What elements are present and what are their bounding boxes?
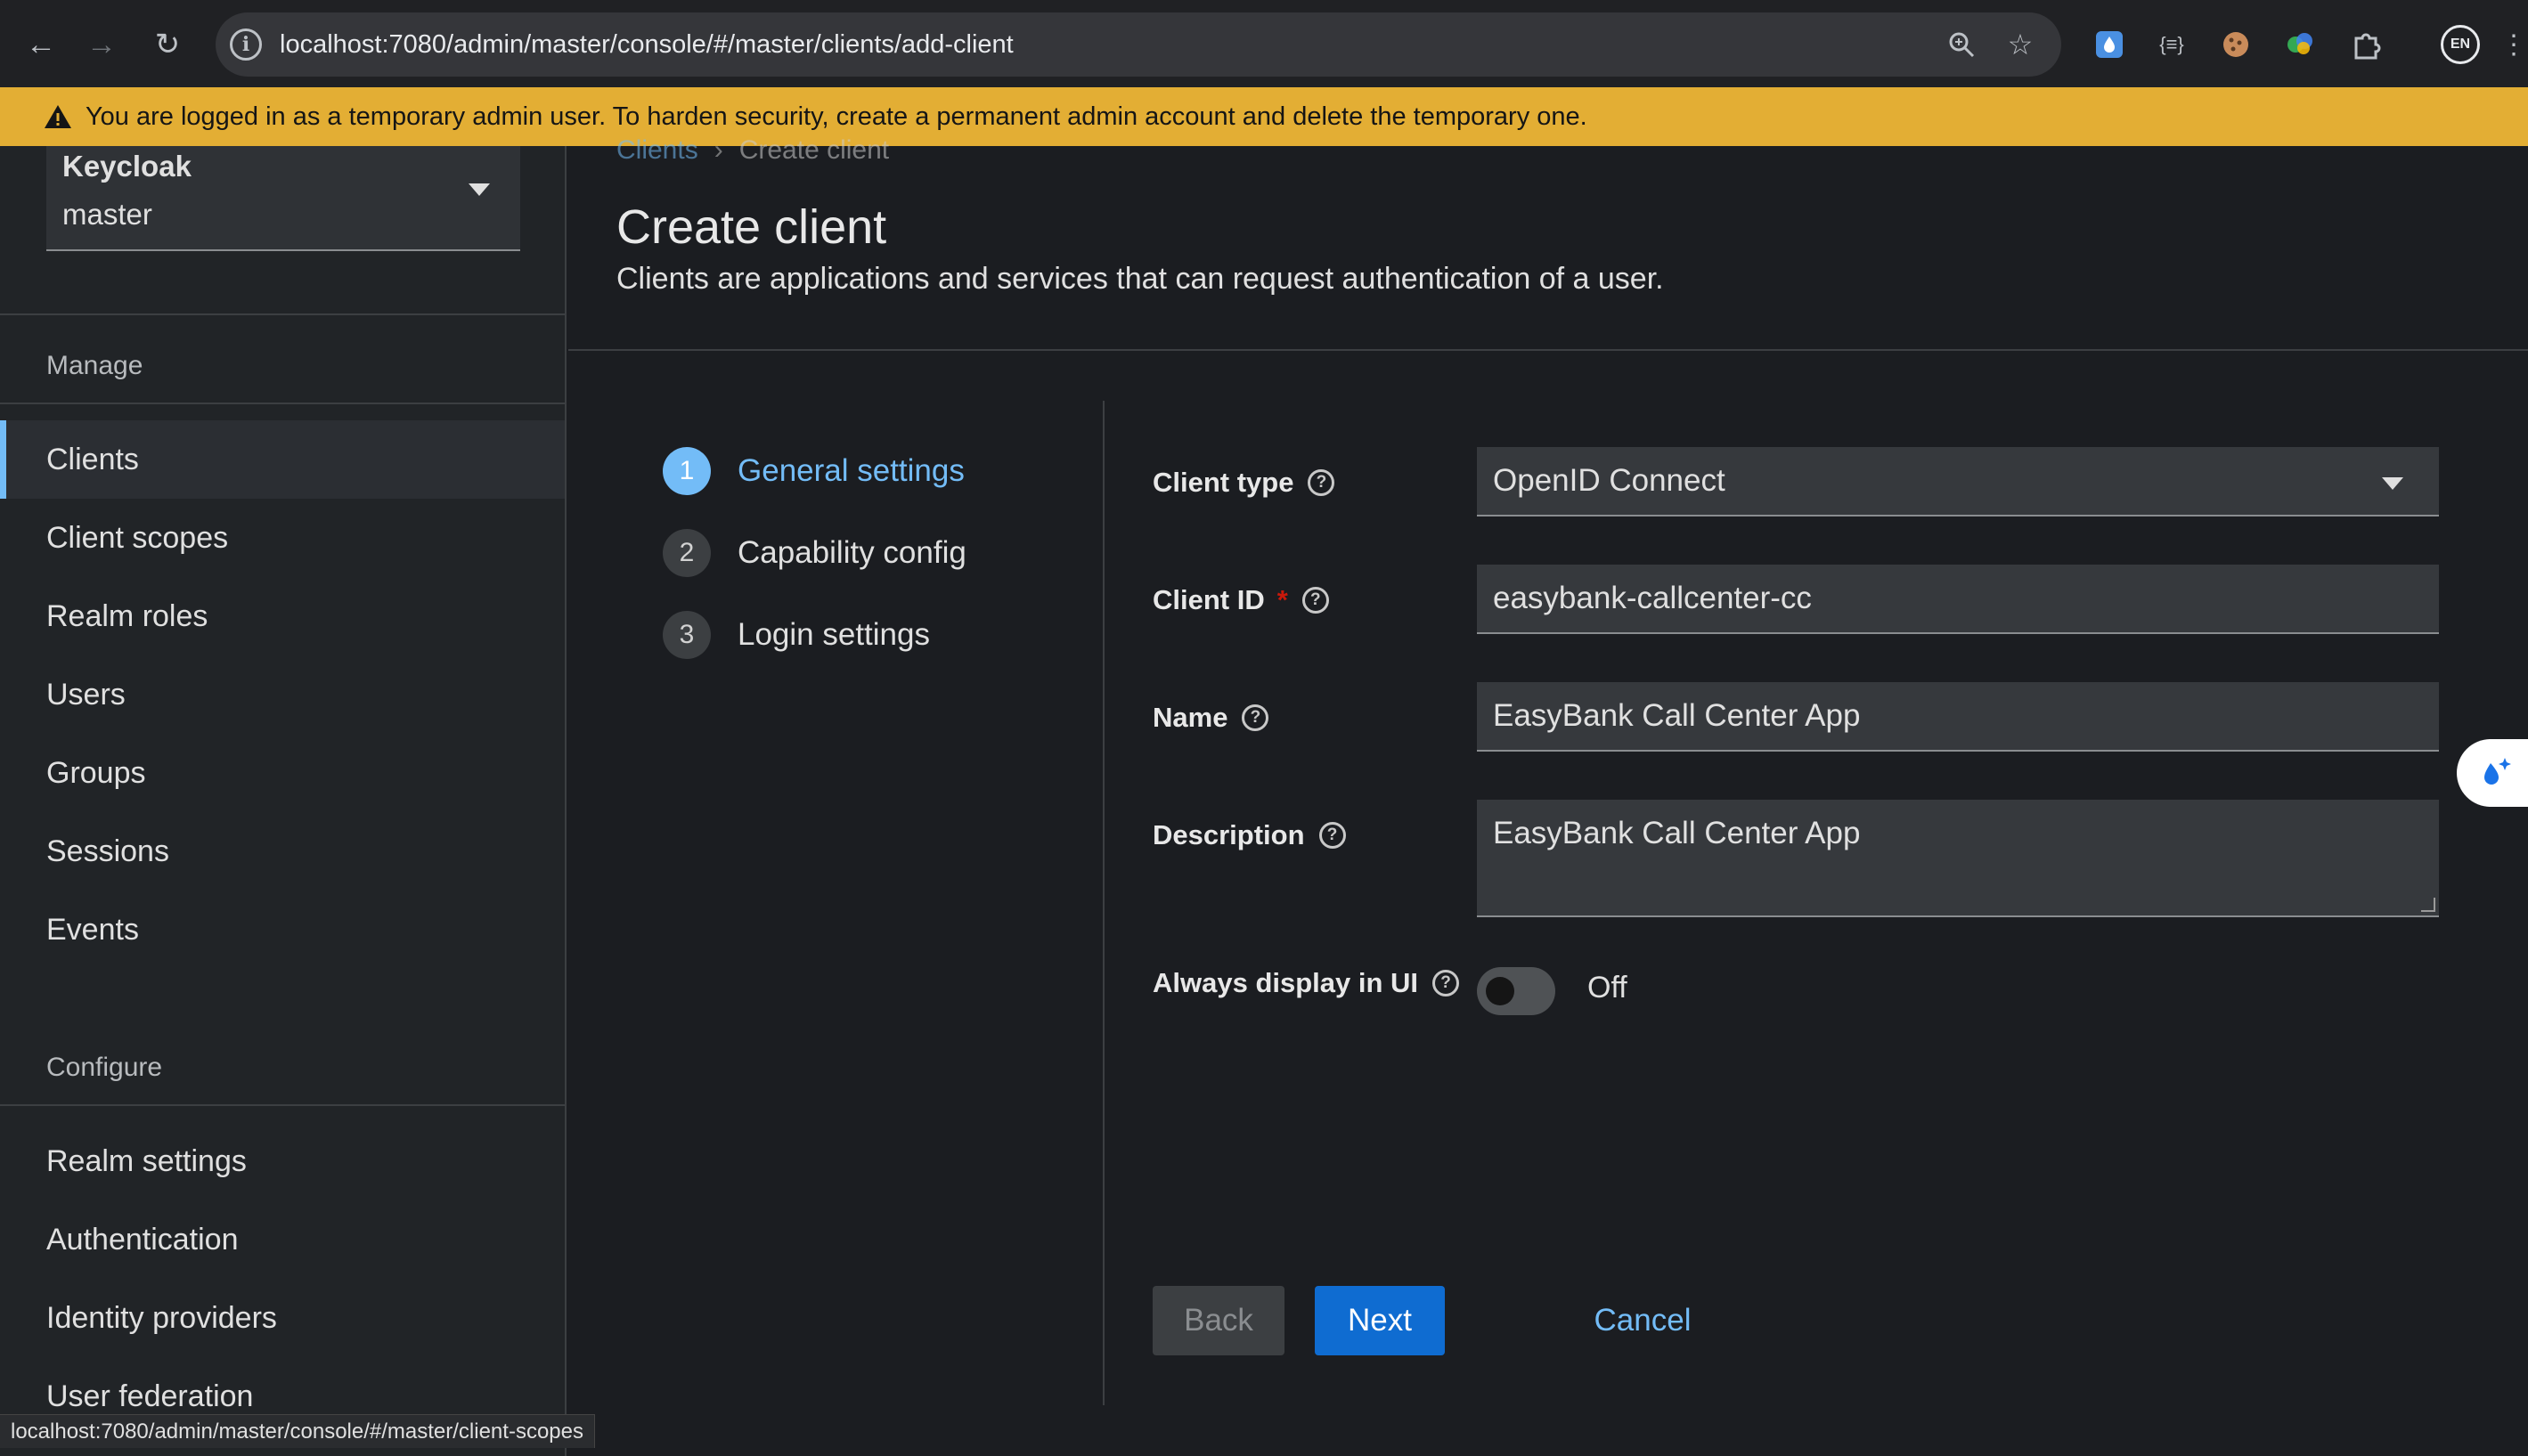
cancel-button[interactable]: Cancel — [1553, 1286, 1732, 1355]
site-info-icon[interactable]: i — [230, 28, 262, 61]
puzzle-extensions-icon[interactable] — [2346, 25, 2385, 64]
wizard-divider — [1103, 401, 1105, 1405]
client-type-label: Client type ? — [1153, 467, 1335, 499]
sparkle-droplet-icon[interactable] — [2457, 739, 2528, 807]
caret-down-icon — [469, 183, 490, 196]
name-label-text: Name — [1153, 702, 1228, 733]
sidebar-item-clients[interactable]: Clients — [0, 420, 565, 499]
caret-down-icon — [2382, 477, 2403, 490]
name-label: Name ? — [1153, 702, 1269, 734]
reload-icon[interactable]: ↻ — [146, 23, 189, 66]
step-label: Capability config — [738, 535, 966, 570]
browser-toolbar: ← → ↻ i localhost:7080/admin/master/cons… — [0, 0, 2528, 87]
description-label-text: Description — [1153, 819, 1305, 850]
app-root: ← → ↻ i localhost:7080/admin/master/cons… — [0, 0, 2528, 1456]
realm-name: master — [62, 198, 152, 231]
temporary-admin-warning-banner: You are logged in as a temporary admin u… — [0, 87, 2528, 146]
colorful-extension-icon[interactable] — [2280, 25, 2320, 64]
droplet-extension-icon[interactable] — [2090, 25, 2129, 64]
description-label: Description ? — [1153, 819, 1346, 851]
forward-arrow-icon[interactable]: → — [80, 23, 123, 66]
cookie-extension-icon[interactable] — [2216, 25, 2255, 64]
help-icon[interactable]: ? — [1301, 587, 1329, 614]
bookmark-star-icon[interactable]: ☆ — [2002, 27, 2038, 62]
main-content: Clients › Create client Create client Clie… — [568, 135, 2528, 1456]
sidebar-item-groups[interactable]: Groups — [0, 734, 565, 812]
profile-avatar-icon[interactable]: EN — [2441, 25, 2480, 64]
step-number: 2 — [663, 529, 711, 577]
always-display-label-text: Always display in UI — [1153, 967, 1419, 998]
wizard-step-login-settings[interactable]: 3 Login settings — [663, 611, 930, 659]
profile-label: EN — [2450, 37, 2471, 52]
help-icon[interactable]: ? — [1242, 704, 1269, 731]
sidebar-divider — [0, 1104, 565, 1106]
description-textarea[interactable]: EasyBank Call Center App — [1477, 800, 2439, 917]
manage-section-title: Manage — [46, 351, 143, 380]
breadcrumb: Clients › Create client — [616, 135, 889, 166]
breadcrumb-separator-icon: › — [714, 135, 723, 165]
sidebar-item-sessions[interactable]: Sessions — [0, 812, 565, 891]
next-button[interactable]: Next — [1315, 1286, 1445, 1355]
configure-section-title: Configure — [46, 1053, 163, 1082]
help-icon[interactable]: ? — [1432, 970, 1460, 996]
warning-icon — [45, 105, 71, 128]
always-display-state: Off — [1587, 971, 1627, 1005]
client-type-value: OpenID Connect — [1493, 463, 1725, 498]
always-display-label: Always display in UI ? — [1153, 967, 1460, 999]
wizard-step-capability-config[interactable]: 2 Capability config — [663, 529, 966, 577]
page-subtitle: Clients are applications and services th… — [616, 262, 1664, 296]
sidebar-item-realm-settings[interactable]: Realm settings — [0, 1122, 565, 1200]
sidebar-item-events[interactable]: Events — [0, 891, 565, 969]
breadcrumb-clients-link[interactable]: Clients — [616, 135, 698, 165]
banner-text: You are logged in as a temporary admin u… — [86, 102, 1587, 131]
url-text[interactable]: localhost:7080/admin/master/console/#/ma… — [280, 30, 1014, 60]
sidebar-item-users[interactable]: Users — [0, 655, 565, 734]
browser-menu-icon[interactable]: ⋮ — [2494, 25, 2528, 64]
step-label: General settings — [738, 453, 965, 488]
sidebar-divider — [0, 403, 565, 404]
sidebar-item-identity-providers[interactable]: Identity providers — [0, 1279, 565, 1357]
realm-selector[interactable]: Keycloak master — [46, 146, 520, 251]
breadcrumb-current: Create client — [738, 135, 890, 165]
client-id-input[interactable]: easybank-callcenter-cc — [1477, 565, 2439, 634]
sidebar: Keycloak master Manage Clients Client sc… — [0, 146, 567, 1456]
zoom-icon[interactable] — [1944, 27, 1979, 62]
help-icon[interactable]: ? — [1318, 822, 1346, 849]
back-arrow-icon[interactable]: ← — [20, 23, 62, 66]
link-status-bar: localhost:7080/admin/master/console/#/ma… — [0, 1414, 595, 1448]
help-icon[interactable]: ? — [1308, 469, 1335, 496]
realm-product-name: Keycloak — [62, 150, 192, 183]
name-input[interactable]: EasyBank Call Center App — [1477, 682, 2439, 752]
step-number: 1 — [663, 447, 711, 495]
wizard-step-general-settings[interactable]: 1 General settings — [663, 447, 965, 495]
back-button[interactable]: Back — [1153, 1286, 1284, 1355]
code-braces-extension-icon[interactable]: {≡} — [2152, 25, 2191, 64]
client-type-select[interactable]: OpenID Connect — [1477, 447, 2439, 517]
sidebar-item-client-scopes[interactable]: Client scopes — [0, 499, 565, 577]
sidebar-divider — [0, 313, 565, 315]
toggle-knob — [1486, 977, 1514, 1005]
step-number: 3 — [663, 611, 711, 659]
description-value: EasyBank Call Center App — [1493, 816, 1861, 850]
page-title: Create client — [616, 200, 887, 254]
client-id-label: Client ID * ? — [1153, 584, 1329, 616]
header-divider — [568, 349, 2528, 351]
client-type-label-text: Client type — [1153, 467, 1294, 498]
step-label: Login settings — [738, 617, 930, 652]
always-display-toggle[interactable] — [1477, 967, 1555, 1015]
sidebar-item-realm-roles[interactable]: Realm roles — [0, 577, 565, 655]
resize-grip-icon[interactable] — [2421, 898, 2435, 912]
client-id-label-text: Client ID — [1153, 584, 1265, 615]
address-bar[interactable]: i localhost:7080/admin/master/console/#/… — [216, 12, 2061, 77]
required-asterisk: * — [1276, 584, 1288, 615]
sidebar-item-authentication[interactable]: Authentication — [0, 1200, 565, 1279]
